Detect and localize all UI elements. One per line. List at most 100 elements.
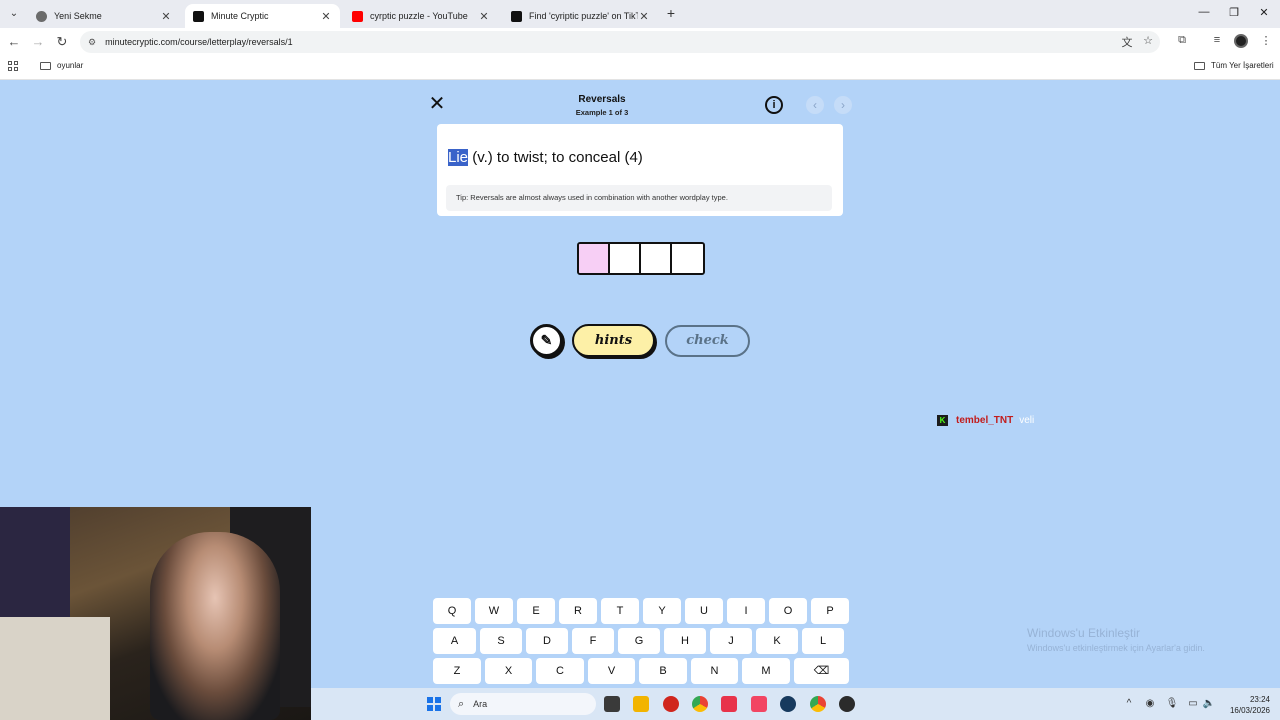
answer-cell[interactable] <box>610 244 641 273</box>
key-q[interactable]: Q <box>433 598 471 624</box>
tab-search-dropdown-icon[interactable]: ⌄ <box>6 6 22 22</box>
key-y[interactable]: Y <box>643 598 681 624</box>
key-w[interactable]: W <box>475 598 513 624</box>
bookmark-star-icon[interactable]: ☆ <box>1140 34 1156 47</box>
hints-button[interactable]: hints <box>572 324 655 357</box>
info-icon[interactable]: i <box>765 96 783 114</box>
answer-cell[interactable] <box>641 244 672 273</box>
tab-close-icon[interactable]: ✕ <box>160 10 172 23</box>
reading-list-icon[interactable]: ≡ <box>1209 34 1225 46</box>
folder-icon <box>40 61 51 70</box>
tab-yeni-sekme[interactable]: Yeni Sekme ✕ <box>28 4 180 28</box>
app-red-icon[interactable] <box>663 696 679 712</box>
app-dark-icon[interactable] <box>839 696 855 712</box>
tray-app-icon[interactable]: ◉ <box>1143 698 1157 709</box>
webcam-background <box>0 507 70 627</box>
clue-text: Lie (v.) to twist; to conceal (4) <box>448 149 643 166</box>
search-icon: ⌕ <box>458 697 465 710</box>
volume-icon[interactable]: 🔈 <box>1202 698 1216 709</box>
key-z[interactable]: Z <box>433 658 481 684</box>
tab-title: Yeni Sekme <box>54 11 102 21</box>
key-f[interactable]: F <box>572 628 614 654</box>
back-icon[interactable]: ← <box>6 34 22 50</box>
chrome-active-icon[interactable] <box>810 696 826 712</box>
key-s[interactable]: S <box>480 628 522 654</box>
key-p[interactable]: P <box>811 598 849 624</box>
windows-start-icon[interactable] <box>427 697 441 711</box>
answer-cell[interactable] <box>672 244 703 273</box>
network-icon[interactable]: ▭ <box>1186 698 1200 709</box>
microphone-icon[interactable]: 🎙 <box>1165 698 1179 709</box>
key-a[interactable]: A <box>433 628 476 654</box>
page-subtitle: Example 1 of 3 <box>575 108 629 117</box>
chat-message: K tembel_TNT veli <box>937 415 1034 426</box>
profile-avatar[interactable] <box>1234 34 1248 48</box>
clue-highlight[interactable]: Lie <box>448 149 469 166</box>
key-v[interactable]: V <box>588 658 635 684</box>
key-j[interactable]: J <box>710 628 752 654</box>
tab-title: cyrptic puzzle - YouTube <box>370 11 468 21</box>
answer-cell[interactable] <box>579 244 610 273</box>
bookmark-label: oyunlar <box>57 61 84 70</box>
taskbar-search[interactable]: ⌕ Ara <box>450 693 596 715</box>
kick-icon: K <box>937 415 948 426</box>
chrome-taskbar-icon[interactable] <box>692 696 708 712</box>
tab-close-icon[interactable]: ✕ <box>638 10 650 23</box>
restore-icon[interactable]: ❐ <box>1226 6 1242 19</box>
file-explorer-icon[interactable] <box>633 696 649 712</box>
key-o[interactable]: O <box>769 598 807 624</box>
tab-youtube[interactable]: cyrptic puzzle - YouTube ✕ <box>344 4 498 28</box>
key-h[interactable]: H <box>664 628 706 654</box>
steam-icon[interactable] <box>780 696 796 712</box>
music-app-icon[interactable] <box>751 696 767 712</box>
folder-icon <box>1194 61 1205 70</box>
apps-grid-icon[interactable] <box>8 61 18 71</box>
chrome-icon <box>36 10 47 22</box>
check-button[interactable]: check <box>665 325 750 357</box>
key-m[interactable]: M <box>742 658 790 684</box>
tab-close-icon[interactable]: ✕ <box>478 10 490 23</box>
key-r[interactable]: R <box>559 598 597 624</box>
key-g[interactable]: G <box>618 628 660 654</box>
activation-watermark-body: Windows'u etkinleştirmek için Ayarlar'a … <box>1027 643 1205 653</box>
extensions-icon[interactable]: ⧉ <box>1174 34 1190 47</box>
task-view-icon[interactable] <box>604 696 620 712</box>
backspace-key[interactable]: ⌫ <box>794 658 849 684</box>
bookmark-label: Tüm Yer İşaretleri <box>1211 61 1274 70</box>
key-b[interactable]: B <box>639 658 687 684</box>
pencil-mode-button[interactable]: ✎ <box>530 324 563 357</box>
site-settings-icon[interactable]: ⚙ <box>88 37 96 48</box>
key-n[interactable]: N <box>691 658 738 684</box>
next-example-icon[interactable]: › <box>834 96 852 114</box>
prev-example-icon[interactable]: ‹ <box>806 96 824 114</box>
key-l[interactable]: L <box>802 628 844 654</box>
forward-icon[interactable]: → <box>30 34 46 50</box>
key-k[interactable]: K <box>756 628 798 654</box>
key-d[interactable]: D <box>526 628 568 654</box>
clock-time: 23:24 <box>1249 695 1270 704</box>
bookmark-folder-oyunlar[interactable]: oyunlar <box>40 61 83 70</box>
key-c[interactable]: C <box>536 658 584 684</box>
bookmarks-bar <box>0 56 1280 80</box>
taskbar-clock[interactable]: 23:24 16/03/2026 <box>1222 694 1270 716</box>
new-tab-button[interactable]: + <box>664 5 678 21</box>
tab-close-icon[interactable]: ✕ <box>320 10 332 23</box>
key-e[interactable]: E <box>517 598 555 624</box>
close-icon[interactable]: ✕ <box>428 94 446 114</box>
tray-overflow-icon[interactable]: ^ <box>1122 698 1136 709</box>
menu-icon[interactable]: ⋮ <box>1258 34 1274 47</box>
address-bar[interactable]: ⚙ minutecryptic.com/course/letterplay/re… <box>80 31 1160 53</box>
reload-icon[interactable]: ↻ <box>54 34 70 50</box>
minimize-icon[interactable]: — <box>1196 6 1212 18</box>
key-u[interactable]: U <box>685 598 723 624</box>
tab-tiktok[interactable]: Find 'cyriptic puzzle' on TikTok ✕ <box>503 4 658 28</box>
key-x[interactable]: X <box>485 658 532 684</box>
key-t[interactable]: T <box>601 598 639 624</box>
window-close-icon[interactable]: ✕ <box>1256 6 1272 19</box>
app-bolt-icon[interactable] <box>721 696 737 712</box>
tab-minute-cryptic[interactable]: Minute Cryptic ✕ <box>185 4 340 28</box>
all-bookmarks[interactable]: Tüm Yer İşaretleri <box>1194 61 1274 70</box>
key-i[interactable]: I <box>727 598 765 624</box>
translate-icon[interactable]: 文 <box>1119 34 1135 50</box>
webcam-background <box>0 617 110 720</box>
